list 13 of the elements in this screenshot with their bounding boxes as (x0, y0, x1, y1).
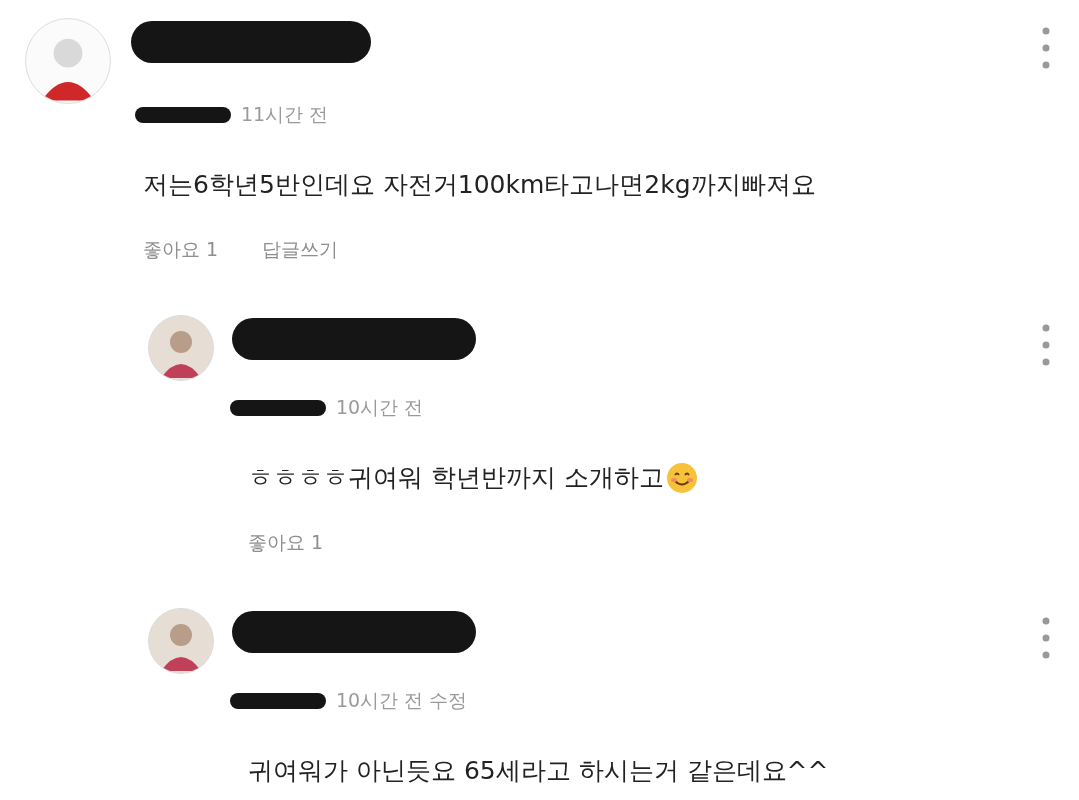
timestamp: 10시간 전 수정 (336, 688, 468, 713)
smiling-face-icon (665, 461, 698, 494)
more-options-icon[interactable] (1041, 26, 1051, 70)
more-options-icon[interactable] (1041, 616, 1051, 660)
reply-button[interactable]: 답글쓰기 (262, 237, 339, 263)
timestamp: 11시간 전 (241, 102, 329, 127)
more-options-icon[interactable] (1041, 323, 1051, 367)
comment-text: 귀여워가 아닌듯요 65세라고 하시는거 같은데요^^ (248, 755, 829, 787)
comment-text: 저는6학년5반인데요 자전거100km타고나면2kg까지빠져요 (143, 169, 816, 201)
timestamp: 10시간 전 (336, 395, 424, 420)
like-button[interactable]: 좋아요 1 (248, 530, 324, 556)
like-button[interactable]: 좋아요 1 (143, 237, 219, 263)
comment-text: ㅎㅎㅎㅎ귀여워 학년반까지 소개하고 (248, 462, 664, 494)
